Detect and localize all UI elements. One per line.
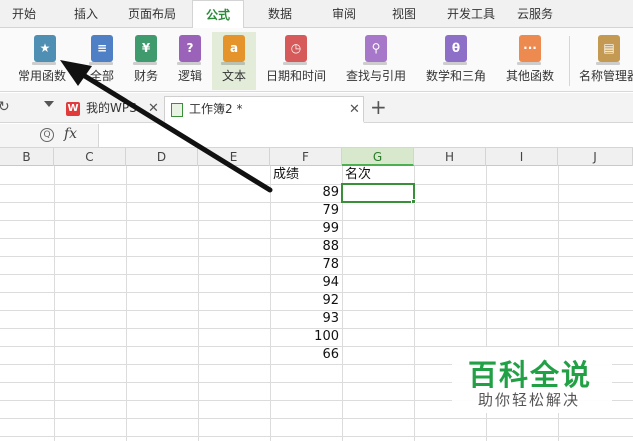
- search-icon: ⚲: [363, 35, 387, 65]
- date-time-label: 日期和时间: [265, 69, 326, 83]
- common-functions-button[interactable]: ★ 常用函数: [13, 32, 71, 90]
- score-cell[interactable]: 94: [270, 274, 339, 292]
- lookup-reference-button[interactable]: ⚲ 查找与引用: [338, 32, 414, 90]
- column-header-f[interactable]: F: [270, 148, 342, 166]
- menu-tab-formulas[interactable]: 公式: [192, 0, 244, 29]
- cell-g1-rank-header[interactable]: 名次: [345, 166, 411, 184]
- column-header-j[interactable]: J: [558, 148, 633, 166]
- new-tab-button[interactable]: +: [370, 95, 387, 119]
- column-header-d[interactable]: D: [126, 148, 198, 166]
- column-header-g[interactable]: G: [342, 148, 414, 166]
- score-cell[interactable]: 93: [270, 310, 339, 328]
- tab-my-wps-label: 我的WPS: [86, 101, 137, 115]
- theta-icon: θ: [443, 35, 467, 65]
- menu-tab-home[interactable]: 开始: [6, 0, 42, 28]
- menu-bar: 开始 插入 页面布局 公式 数据 审阅 视图 开发工具 云服务: [0, 0, 633, 29]
- watermark-subtitle: 助你轻松解决: [478, 391, 581, 409]
- score-cell[interactable]: 78: [270, 256, 339, 274]
- finance-button[interactable]: ¥ 财务: [126, 32, 166, 90]
- all-functions-button[interactable]: ≡ 全部: [82, 32, 122, 90]
- score-cell[interactable]: 79: [270, 202, 339, 220]
- column-header-b[interactable]: B: [0, 148, 54, 166]
- tab-workbook2-label: 工作簿2 *: [189, 102, 243, 116]
- wps-logo-icon: W: [66, 102, 80, 116]
- fx-button[interactable]: fx: [64, 126, 77, 142]
- menu-tab-data[interactable]: 数据: [262, 0, 298, 28]
- text-functions-button[interactable]: a 文本: [212, 32, 256, 90]
- column-headers: B C D E F G H I J: [0, 148, 633, 166]
- name-manager-button[interactable]: ▤ 名称管理器: [575, 32, 633, 90]
- menu-tab-cloud[interactable]: 云服务: [512, 0, 558, 28]
- score-cell[interactable]: 99: [270, 220, 339, 238]
- fill-handle[interactable]: [411, 199, 416, 204]
- document-tab-bar: ↻ W 我的WPS ✕ 工作簿2 * ✕ +: [0, 93, 633, 123]
- date-time-button[interactable]: ◷ 日期和时间: [258, 32, 334, 90]
- name-manager-label: 名称管理器: [579, 69, 633, 83]
- score-cell[interactable]: 66: [270, 346, 339, 364]
- text-functions-label: 文本: [221, 69, 246, 83]
- column-header-e[interactable]: E: [198, 148, 270, 166]
- finance-icon: ¥: [133, 35, 157, 65]
- column-header-c[interactable]: C: [54, 148, 126, 166]
- watermark: 百科全说 助你轻松解决: [452, 347, 612, 413]
- star-icon: ★: [32, 35, 56, 65]
- cell-f1-score-header[interactable]: 成绩: [273, 166, 339, 184]
- logic-button[interactable]: ? 逻辑: [170, 32, 210, 90]
- menu-tab-view[interactable]: 视图: [386, 0, 422, 28]
- formula-bar: Q fx: [0, 124, 633, 148]
- formula-ribbon: ★ 常用函数 ≡ 全部 ¥ 财务 ? 逻辑 a 文本 ◷ 日期和时间 ⚲ 查找与…: [0, 28, 633, 92]
- list-icon: ≡: [89, 35, 113, 65]
- clock-icon: ◷: [283, 35, 307, 65]
- spreadsheet-icon: [171, 103, 183, 117]
- close-icon[interactable]: ✕: [349, 97, 360, 122]
- tab-my-wps[interactable]: W 我的WPS ✕: [60, 96, 164, 123]
- text-a-icon: a: [221, 35, 245, 65]
- tab-workbook2[interactable]: 工作簿2 * ✕: [164, 96, 364, 123]
- more-icon: ···: [517, 35, 541, 65]
- math-trig-label: 数学和三角: [425, 69, 486, 83]
- zoom-icon[interactable]: Q: [40, 128, 54, 142]
- tab-dropdown-icon[interactable]: [44, 101, 54, 107]
- all-functions-label: 全部: [89, 69, 114, 83]
- grid-line: [0, 418, 633, 419]
- watermark-title: 百科全说: [468, 358, 593, 392]
- score-cell[interactable]: 92: [270, 292, 339, 310]
- refresh-icon[interactable]: ↻: [0, 99, 10, 115]
- menu-tab-review[interactable]: 审阅: [326, 0, 362, 28]
- column-header-i[interactable]: I: [486, 148, 558, 166]
- active-cell-g2[interactable]: [341, 183, 415, 203]
- common-functions-label: 常用函数: [17, 69, 66, 83]
- column-header-h[interactable]: H: [414, 148, 486, 166]
- menu-tab-insert[interactable]: 插入: [66, 0, 106, 28]
- math-trig-button[interactable]: θ 数学和三角: [418, 32, 494, 90]
- more-functions-button[interactable]: ··· 其他函数: [498, 32, 562, 90]
- question-icon: ?: [177, 35, 201, 65]
- lookup-reference-label: 查找与引用: [345, 69, 406, 83]
- formula-input[interactable]: [98, 124, 633, 147]
- logic-label: 逻辑: [177, 69, 202, 83]
- ribbon-separator: [569, 36, 570, 86]
- score-cell[interactable]: 89: [270, 184, 339, 202]
- grid-line: [0, 436, 633, 437]
- menu-tab-developer[interactable]: 开发工具: [442, 0, 500, 28]
- name-manager-icon: ▤: [596, 35, 620, 65]
- more-functions-label: 其他函数: [505, 69, 554, 83]
- score-cell[interactable]: 88: [270, 238, 339, 256]
- score-cell[interactable]: 100: [270, 328, 339, 346]
- finance-label: 财务: [133, 69, 158, 83]
- menu-tab-page-layout[interactable]: 页面布局: [124, 0, 180, 28]
- close-icon[interactable]: ✕: [148, 96, 159, 121]
